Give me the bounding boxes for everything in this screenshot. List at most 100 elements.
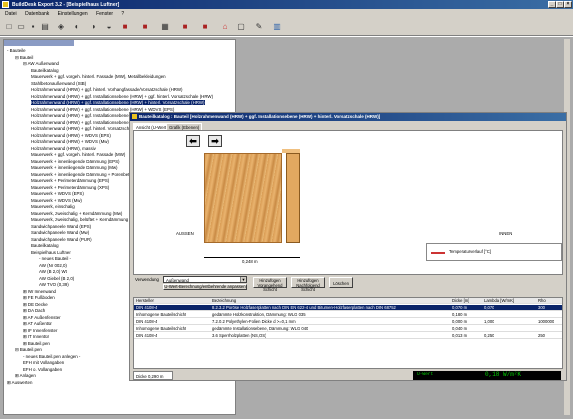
tree-item[interactable]: Sandwichpaneele Wand (Mw) — [31, 230, 89, 235]
close-button[interactable]: × — [564, 1, 572, 8]
tree-item[interactable]: EFH o. Vollangaben — [23, 367, 62, 372]
tree-item[interactable]: Mauerwerk + innenliegende Dämmung + Pore… — [31, 172, 134, 177]
table-cell: 250 — [538, 333, 545, 338]
tree-item[interactable]: Holzrahmenwand (HRW) + ggf. hinterl. Vor… — [31, 87, 183, 92]
tree-item[interactable]: - neues Bauteil.pen anlegen - — [23, 354, 80, 359]
add-before-button[interactable]: Hinzufügen Vorangehend Schicht — [253, 277, 287, 292]
tree-item[interactable]: Sandwichpaneele Wand (PUR) — [31, 237, 92, 242]
tool-10-icon[interactable]: ▢ — [236, 22, 246, 32]
table-row[interactable]: DIN 4108-4 7.2.0.2 Polyethylen-Folien Dic… — [134, 319, 562, 325]
tool-8-icon[interactable]: ■ — [200, 22, 210, 32]
table-row[interactable]: DIN 4108-4 3.6 Sperrholzplatten (NS,OS) 0,… — [134, 333, 562, 339]
menu-datenbank[interactable]: Datenbank — [25, 11, 49, 17]
tree-item[interactable]: - Bauteile — [7, 48, 26, 53]
print-icon[interactable]: ▤ — [40, 22, 50, 32]
menu-help[interactable]: ? — [121, 11, 124, 17]
col-lambda[interactable]: Lambda [W/mK] — [484, 298, 514, 304]
tree-item[interactable]: ⊞ DE Decke — [23, 302, 48, 307]
tree-item[interactable]: Mauerwerk + ggf. vorgeh. hinterl. Fassad… — [31, 152, 125, 157]
tree-item[interactable]: Holzrahmenwand (HRW), massiv — [31, 146, 96, 151]
tree-item[interactable]: AW (Nr 002,0) — [39, 263, 67, 268]
open-icon[interactable]: ▭ — [16, 22, 26, 32]
tree-item[interactable]: ⊟ Bauteil — [15, 55, 33, 60]
tree-item[interactable]: Bauteilkatalog — [31, 243, 59, 248]
tool-7-icon[interactable]: ■ — [180, 22, 190, 32]
save-icon[interactable]: ▪ — [28, 22, 38, 32]
prev-arrow-button[interactable]: ⬅ — [186, 135, 200, 147]
col-rho[interactable]: Rho — [538, 298, 546, 304]
menu-einstellungen[interactable]: Einstellungen — [58, 11, 88, 17]
minimize-button[interactable]: _ — [548, 1, 556, 8]
tree-item[interactable]: Holzrahmenwand (HRW) + ggf. Installation… — [31, 94, 213, 99]
maximize-button[interactable]: □ — [556, 1, 564, 8]
tree-item[interactable]: ⊞ Bauteil.pen — [23, 341, 50, 346]
tree-header — [4, 40, 74, 46]
tree-item[interactable]: ⊞ FE Fußboden — [23, 295, 55, 300]
add-after-button[interactable]: Hinzufügen Nachfolgend Schicht — [291, 277, 325, 292]
tool-3-icon[interactable]: ◒ — [104, 22, 114, 32]
next-arrow-button[interactable]: ➡ — [208, 135, 222, 147]
tool-5-icon[interactable]: ■ — [140, 22, 150, 32]
new-icon[interactable]: □ — [4, 22, 14, 32]
verwendung-label: Verwendung — [135, 277, 159, 282]
col-dicke[interactable]: Dicke [m] — [452, 298, 469, 304]
u-value-label: U-Wert — [417, 372, 434, 377]
tool-1-icon[interactable]: ◐ — [72, 22, 82, 32]
tree-item[interactable]: ⊞ IW Innenwand — [23, 289, 56, 294]
tree-item[interactable]: AW Giebel (B 2,0) — [39, 276, 74, 281]
tree-item[interactable]: Bauteilkatalog — [31, 68, 59, 73]
delete-button[interactable]: Löschen — [329, 277, 353, 288]
tree-item[interactable]: EFH mit Vollangaben — [23, 360, 64, 365]
tree-item[interactable]: - neues Bauteil - — [39, 256, 71, 261]
thickness-status: Dicke 0,290 m — [133, 371, 173, 380]
tool-2-icon[interactable]: ◑ — [88, 22, 98, 32]
tree-item[interactable]: Holzrahmenwand (HRW) + ggf. Installation… — [31, 107, 174, 112]
tool-6-icon[interactable]: ▦ — [160, 22, 170, 32]
tree-item[interactable]: ⊞ IF Innenfenster — [23, 328, 57, 333]
verwendung-select[interactable]: Außenwand ▼ — [163, 276, 247, 283]
tool-11-icon[interactable]: ✎ — [254, 22, 264, 32]
table-row[interactable]: DIN 4108-4 8.2.3.2 Poröse Holzfaserplatte… — [134, 305, 562, 311]
tool-9-icon[interactable]: ⌂ — [220, 22, 230, 32]
tree-item[interactable]: ⊞ AF Außenfenster — [23, 315, 61, 320]
menu-fenster[interactable]: Fenster — [96, 11, 113, 17]
tree-item[interactable]: Beispielhaus Luftner — [31, 250, 71, 255]
tree-item[interactable]: Mauerwerk, einschalig — [31, 204, 75, 209]
tree-item[interactable]: ⊟ AW Außenwand — [23, 61, 59, 66]
tree-item[interactable]: Mauerwerk + Perimeterdämmung (XPS) — [31, 185, 109, 190]
tree-item[interactable]: Mauerwerk + ggf. vorgeh. hinterl. Fassad… — [31, 74, 166, 79]
tree-item[interactable]: AW (B 2,0) Wt — [39, 269, 67, 274]
tree-item[interactable]: Holzrahmenwand (HRW) + WDVS (EPS) — [31, 133, 111, 138]
col-hersteller[interactable]: Hersteller — [136, 298, 154, 304]
tree-item[interactable]: AW TVO (0,39) — [39, 282, 69, 287]
tree-item[interactable]: Mauerwerk + innenliegende Dämmung (Mw) — [31, 165, 118, 170]
tree-item[interactable]: Mauerwerk, zweischalig, belüftet + Kernd… — [31, 217, 128, 222]
col-bezeichnung[interactable]: Bezeichnung — [212, 298, 236, 304]
tree-item[interactable]: Mauerwerk + WDVS (Mw) — [31, 198, 82, 203]
tool-4-icon[interactable]: ■ — [120, 22, 130, 32]
tree-item[interactable]: ⊟ Bauteil.pen — [15, 347, 42, 352]
u-wert-button[interactable]: U-Wert-Berechnung/entbehrende anpassen — [163, 284, 247, 290]
tree-item[interactable]: Mauerwerk + innenliegende Dämmung (EPS) — [31, 159, 119, 164]
tree-item[interactable]: ⊞ Auswerten — [7, 380, 32, 385]
table-row[interactable]: Inhomogene Bauteilschicht gedämmte Instal… — [134, 326, 562, 332]
menu-datei[interactable]: Datei — [5, 11, 17, 17]
tree-item[interactable]: Sandwichpaneele Wand (EPS) — [31, 224, 91, 229]
tree-item[interactable]: ⊞ Anlagen — [15, 373, 36, 378]
export-icon[interactable]: ◈ — [56, 22, 66, 32]
table-header: Hersteller Bezeichnung Dicke [m] Lambda … — [134, 298, 562, 304]
tree-item[interactable]: Holzrahmenwand (HRW) + WDVS (Mw) — [31, 139, 109, 144]
chevron-down-icon[interactable]: ▼ — [240, 277, 246, 282]
tree-item[interactable]: Holzrahmenwand (HRW) + ggf. Installation… — [31, 100, 205, 105]
tree-item[interactable]: ⊞ DA Dach — [23, 308, 45, 313]
table-cell: 0,070 — [484, 305, 495, 310]
table-row[interactable]: Inhomogene Bauteilschicht gedämmte Holzko… — [134, 312, 562, 318]
tree-item[interactable]: Mauerwerk + Perimeterdämmung (EPS) — [31, 178, 109, 183]
tab-grafik[interactable]: Grafik (Ebenen) — [166, 123, 203, 130]
tree-item[interactable]: ⊞ IT Innentür — [23, 334, 49, 339]
tree-item[interactable]: Mauerwerk + WDVS (EPS) — [31, 191, 84, 196]
chart-icon[interactable]: ▥ — [272, 22, 282, 32]
tree-item[interactable]: ⊞ AT Außentür — [23, 321, 52, 326]
tree-item[interactable]: Mauerwerk, zweischalig + Kerndämmung (Mw… — [31, 211, 122, 216]
tree-item[interactable]: Stahlbetonaußenwand (StB) — [31, 81, 86, 86]
